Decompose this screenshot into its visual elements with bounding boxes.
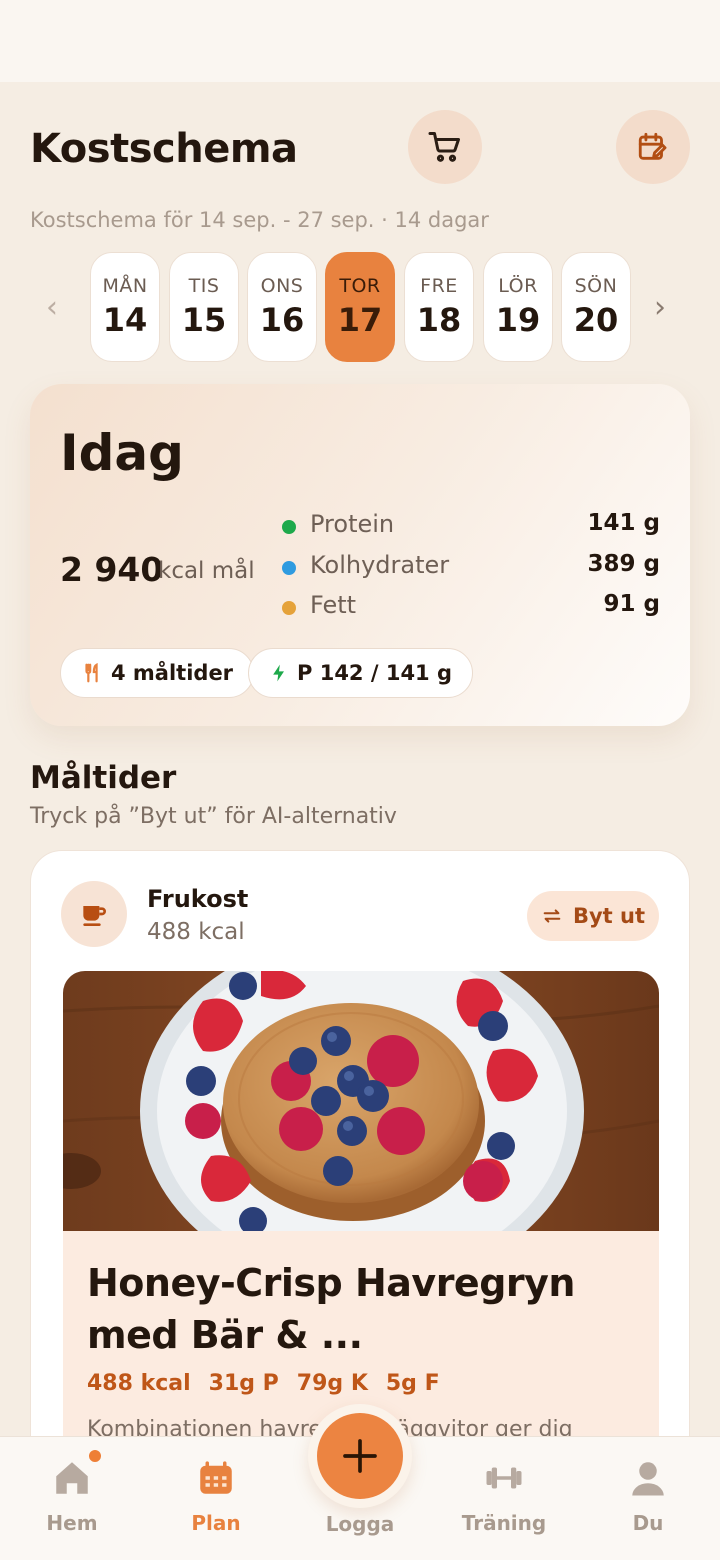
edit-plan-button[interactable] (616, 110, 690, 184)
status-bar (0, 0, 720, 82)
protein-progress-chip: P 142 / 141 g (248, 648, 474, 698)
day-name: ONS (260, 275, 304, 297)
plan-screen: Kostschema Kostschema för 14 sep. - 27 s… (0, 82, 720, 1436)
day-name: SÖN (574, 275, 618, 297)
recipe-macros: 488 kcal 31g P 79g K 5g F (87, 1371, 440, 1396)
protein-dot (282, 520, 296, 534)
meal-card-breakfast[interactable]: Frukost 488 kcal Byt ut Honey-Crisp Havr… (30, 850, 690, 1436)
recipe-protein: 31g P (208, 1371, 279, 1396)
tab-label: Hem (46, 1511, 98, 1535)
day-date: 18 (416, 301, 462, 339)
day-thu-selected[interactable]: TOR 17 (325, 252, 395, 362)
chevron-right-icon[interactable]: › (654, 290, 666, 325)
meals-section-subtitle: Tryck på ”Byt ut” för AI-alternativ (30, 804, 397, 829)
person-icon-wrap (588, 1453, 708, 1503)
day-date: 16 (259, 301, 305, 339)
tab-label: Du (632, 1511, 664, 1535)
macro-value: 91 g (603, 591, 660, 617)
day-sat[interactable]: LÖR 19 (483, 252, 553, 362)
meals-section-title: Måltider (30, 760, 177, 796)
meal-icon-wrap (61, 881, 127, 947)
swap-meal-button[interactable]: Byt ut (527, 891, 659, 941)
day-mon[interactable]: MÅN 14 (90, 252, 160, 362)
cart-icon (428, 132, 460, 162)
swap-arrows-icon (543, 909, 561, 923)
macro-name: Protein (310, 510, 395, 538)
tab-home[interactable]: Hem (12, 1448, 132, 1535)
calendar-icon (200, 1461, 232, 1494)
day-date: 20 (573, 301, 619, 339)
plan-period: Kostschema för 14 sep. - 27 sep. · 14 da… (30, 208, 489, 232)
cutlery-icon (85, 662, 98, 683)
day-sun[interactable]: SÖN 20 (561, 252, 631, 362)
recipe-kcal: 488 kcal (87, 1371, 191, 1396)
chevron-left-icon[interactable]: ‹ (46, 290, 58, 325)
macro-carbs: Kolhydrater 389 g (280, 551, 660, 583)
recipe-carbs: 79g K (296, 1371, 368, 1396)
dumbbell-icon (486, 1467, 522, 1489)
day-name: MÅN (102, 275, 148, 297)
recipe-title: Honey-Crisp Havregryn med Bär & ... (87, 1261, 575, 1357)
meal-kcal: 488 kcal (147, 919, 245, 945)
log-button-label: Logga (325, 1512, 395, 1536)
day-name: TIS (188, 275, 220, 297)
macro-protein: Protein 141 g (280, 510, 660, 542)
day-date: 15 (181, 301, 227, 339)
home-icon-wrap (12, 1448, 132, 1503)
shopping-cart-button[interactable] (408, 110, 482, 184)
calendar-icon-wrap (156, 1453, 276, 1503)
log-fab-ring (308, 1404, 412, 1508)
home-icon (56, 1462, 88, 1494)
kcal-goal-label: kcal mål (158, 558, 255, 584)
dumbbell-icon-wrap (444, 1453, 564, 1503)
day-tue[interactable]: TIS 15 (169, 252, 239, 362)
macro-value: 141 g (587, 510, 660, 536)
kcal-goal-value: 2 940 (60, 550, 164, 589)
notification-dot (87, 1448, 103, 1464)
meals-count-chip: 4 måltider (60, 648, 255, 698)
swap-label: Byt ut (572, 904, 646, 928)
day-name: LÖR (498, 275, 538, 297)
tab-profile[interactable]: Du (588, 1453, 708, 1535)
meals-count-label: 4 måltider (111, 661, 234, 685)
day-date: 14 (102, 301, 148, 339)
macro-name: Fett (310, 591, 357, 619)
log-button[interactable] (317, 1413, 403, 1499)
bolt-icon (273, 664, 284, 682)
carbs-dot (282, 561, 296, 575)
recipe-fat: 5g F (385, 1371, 440, 1396)
macro-value: 389 g (587, 551, 660, 577)
page-title: Kostschema (30, 126, 298, 172)
plus-icon (343, 1439, 377, 1473)
protein-progress-label: P 142 / 141 g (297, 661, 453, 685)
fat-dot (282, 601, 296, 615)
calendar-edit-icon (638, 132, 667, 160)
day-date: 19 (495, 301, 541, 339)
tab-label: Plan (191, 1511, 241, 1535)
macro-name: Kolhydrater (310, 551, 450, 579)
day-date: 17 (337, 301, 383, 339)
tab-plan[interactable]: Plan (156, 1453, 276, 1535)
day-fri[interactable]: FRE 18 (404, 252, 474, 362)
meal-photo (63, 971, 659, 1231)
meal-type: Frukost (147, 885, 249, 913)
tab-label: Träning (461, 1511, 547, 1535)
day-wed[interactable]: ONS 16 (247, 252, 317, 362)
today-title: Idag (60, 424, 184, 482)
coffee-cup-icon (83, 906, 106, 926)
macro-fat: Fett 91 g (280, 591, 660, 623)
day-name: FRE (420, 275, 458, 297)
person-icon (632, 1462, 664, 1496)
day-name: TOR (339, 275, 381, 297)
tab-training[interactable]: Träning (444, 1453, 564, 1535)
today-summary-card: Idag 2 940 kcal mål Protein 141 g Kolhyd… (30, 384, 690, 726)
